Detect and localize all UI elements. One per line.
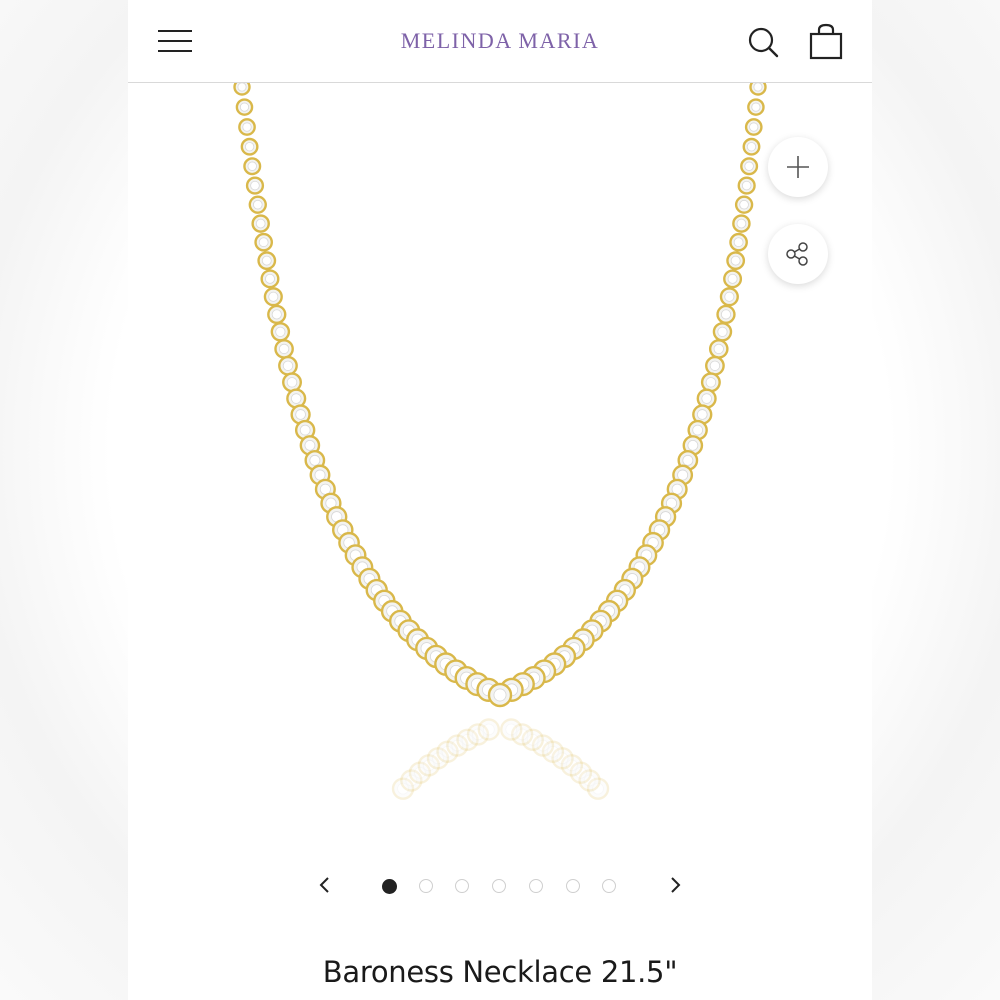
necklace-stone: [712, 322, 733, 342]
carousel-dot[interactable]: [418, 879, 433, 893]
product-title: Baroness Necklace 21.5": [322, 955, 678, 989]
necklace-stone: [257, 251, 277, 271]
chevron-left-icon[interactable]: [310, 870, 340, 900]
carousel-dot[interactable]: [602, 879, 617, 893]
necklace-stone: [235, 98, 254, 116]
necklace-stone: [749, 83, 767, 96]
chevron-right-icon[interactable]: [660, 870, 690, 900]
necklace-stone: [278, 355, 298, 376]
carousel-dot[interactable]: [565, 879, 580, 893]
necklace-stone: [740, 157, 759, 176]
necklace-stone: [274, 339, 294, 359]
necklace-stone: [243, 157, 262, 176]
necklace-image: [233, 83, 767, 800]
necklace-stone: [744, 118, 763, 136]
necklace-stone: [732, 214, 751, 233]
necklace-stone: [723, 269, 743, 289]
necklace-stone: [245, 176, 265, 195]
necklace-stone: [742, 137, 761, 156]
necklace-stone: [719, 287, 739, 307]
plus-icon: [787, 156, 809, 178]
necklace-stone: [487, 682, 513, 708]
necklace-stone: [254, 232, 274, 252]
carousel-dot[interactable]: [528, 879, 543, 893]
necklace-reflection: [500, 718, 523, 741]
necklace-stone: [708, 339, 729, 359]
necklace-stone: [267, 304, 287, 325]
necklace-stone: [251, 214, 270, 233]
search-icon[interactable]: [744, 22, 784, 62]
necklace-stone: [734, 195, 754, 214]
necklace-stone: [240, 137, 259, 156]
necklace-stone: [737, 176, 756, 195]
share-icon: [786, 242, 808, 266]
necklace-reflection: [477, 718, 501, 741]
zoom-button[interactable]: [768, 137, 828, 197]
necklace-stone: [747, 98, 765, 116]
necklace-stone: [263, 287, 283, 307]
necklace-stone: [700, 372, 721, 393]
shopping-bag-icon[interactable]: [806, 22, 846, 62]
carousel-dot[interactable]: [492, 879, 507, 893]
necklace-stone: [233, 83, 251, 96]
carousel-dot[interactable]: [382, 879, 397, 894]
necklace-stone: [726, 251, 746, 271]
necklace-stone: [716, 304, 736, 325]
necklace-stone: [282, 372, 302, 393]
site-header: MELINDA MARIA: [128, 0, 872, 83]
product-image[interactable]: [128, 83, 872, 843]
necklace-stone: [270, 322, 291, 342]
necklace-stone: [705, 355, 725, 376]
image-carousel-controls: [128, 866, 872, 906]
necklace-stone: [248, 195, 267, 214]
mobile-page: MELINDA MARIA Baroness Necklace 21.5": [128, 0, 872, 1000]
carousel-dot[interactable]: [455, 879, 470, 893]
share-button[interactable]: [768, 224, 828, 284]
necklace-stone: [260, 269, 280, 289]
necklace-stone: [729, 232, 748, 252]
necklace-stone: [238, 118, 256, 136]
